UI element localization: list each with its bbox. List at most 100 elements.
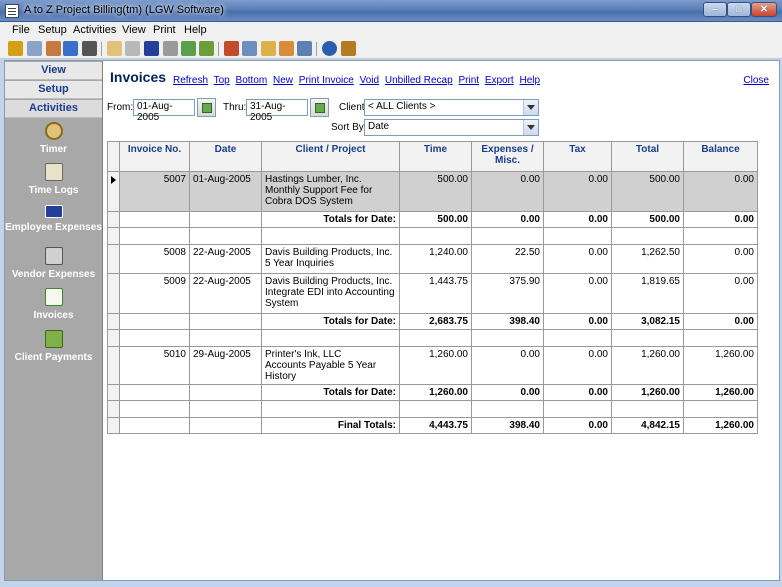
report-icon[interactable] [261,41,276,56]
new-link[interactable]: New [273,75,293,86]
col-balance[interactable]: Balance [683,141,758,172]
document-icon[interactable] [181,41,196,56]
sidebar-item-client-payments[interactable]: Client Payments [5,330,102,363]
sidebar-item-timer[interactable]: Timer [5,122,102,155]
minimize-button[interactable]: – [703,2,727,17]
date-cell: 01-Aug-2005 [189,171,262,212]
menu-print[interactable]: Print [153,24,176,36]
table-row[interactable]: 5007 01-Aug-2005 Hastings Lumber, Inc. Mo… [107,171,758,212]
thru-calendar-button[interactable] [310,98,329,117]
card-icon[interactable] [144,41,159,56]
exit-icon[interactable] [341,41,356,56]
chevron-down-icon[interactable] [523,120,538,135]
maximize-button[interactable]: □ [727,2,751,17]
from-date-field[interactable]: 01-Aug-2005 [133,99,195,123]
row-selector[interactable] [107,417,120,434]
from-label: From: [107,102,134,113]
menu-help[interactable]: Help [184,24,207,36]
people-icon[interactable] [63,41,78,56]
subtotal-label: Totals for Date: [261,384,400,401]
col-total[interactable]: Total [611,141,684,172]
print-invoice-link[interactable]: Print Invoice [299,75,354,86]
print-link[interactable]: Print [458,75,479,86]
report2-icon[interactable] [279,41,294,56]
client-select-value: < ALL Clients > [368,101,436,112]
row-selector[interactable] [107,211,120,228]
client-select[interactable]: < ALL Clients > [364,99,539,116]
menu-bar: File Setup Activities View Print Help [0,22,782,39]
calculator-icon[interactable] [163,41,178,56]
subtotal-label: Totals for Date: [261,313,400,330]
expenses-cell: 0.00 [471,346,544,385]
toolbar-separator [101,42,102,56]
subtotal-row: Totals for Date: 500.00 0.00 0.00 500.00… [107,211,758,228]
chevron-down-icon[interactable] [523,100,538,115]
date-cell: 22-Aug-2005 [189,244,262,274]
row-selector[interactable] [107,244,120,274]
timer-icon[interactable] [107,41,122,56]
export-link[interactable]: Export [485,75,514,86]
total-cell: 1,260.00 [611,346,684,385]
sidebar-item-invoices[interactable]: Invoices [5,288,102,321]
ledger-icon[interactable] [199,41,214,56]
menu-file[interactable]: File [12,24,30,36]
grid-icon[interactable] [242,41,257,56]
sidebar-item-time-logs[interactable]: Time Logs [5,163,102,196]
row-selector[interactable] [107,384,120,401]
close-window-button[interactable]: ✕ [751,2,777,17]
page-title: Invoices [110,69,167,85]
sort-by-select[interactable]: Date [364,119,539,136]
menu-view[interactable]: View [122,24,146,36]
sidebar-item-label: Time Logs [28,185,79,196]
spacer-row [107,329,758,347]
client-name: Davis Building Products, Inc. [265,276,393,287]
void-link[interactable]: Void [360,75,379,86]
row-selector[interactable] [107,313,120,330]
clock-icon[interactable] [125,41,140,56]
col-time[interactable]: Time [399,141,472,172]
invoices-table: Invoice No. Date Client / Project Time E… [107,141,758,434]
move-icon[interactable] [82,41,97,56]
bottom-link[interactable]: Bottom [236,75,268,86]
refresh-link[interactable]: Refresh [173,75,208,86]
thru-date-field[interactable]: 31-Aug-2005 [246,99,308,123]
spacer-row [107,400,758,418]
menu-activities[interactable]: Activities [73,24,116,36]
col-date[interactable]: Date [189,141,262,172]
sidebar-item-label: Vendor Expenses [11,269,96,280]
user-icon[interactable] [46,41,61,56]
table-row[interactable]: 5010 29-Aug-2005 Printer's Ink, LLC Accou… [107,346,758,385]
row-selector[interactable] [107,346,120,385]
col-invoice-no[interactable]: Invoice No. [119,141,190,172]
help-icon[interactable] [322,41,337,56]
sidebar-item-vendor-expenses[interactable]: Vendor Expenses [5,247,102,280]
users-icon[interactable] [8,41,23,56]
client-project-cell: Printer's Ink, LLC Accounts Payable 5 Yea… [261,346,400,385]
table-row[interactable]: 5008 22-Aug-2005 Davis Building Products… [107,244,758,274]
toolbar [0,39,782,59]
top-link[interactable]: Top [214,75,230,86]
sidebar-setup-button[interactable]: Setup [5,81,102,99]
table-row[interactable]: 5009 22-Aug-2005 Davis Building Products… [107,273,758,314]
total-cell: 500.00 [611,211,684,228]
invoice-no-cell: 5010 [119,346,190,385]
col-client-project[interactable]: Client / Project [261,141,400,172]
help-link[interactable]: Help [520,75,541,86]
title-bar: A to Z Project Billing(tm) (LGW Software… [0,0,782,22]
time-cell: 1,260.00 [399,346,472,385]
sidebar-view-button[interactable]: View [5,62,102,80]
monitor-icon[interactable] [297,41,312,56]
tax-cell: 0.00 [543,244,612,274]
col-expenses[interactable]: Expenses / Misc. [471,141,544,172]
col-tax[interactable]: Tax [543,141,612,172]
menu-setup[interactable]: Setup [38,24,67,36]
close-link[interactable]: Close [743,75,769,86]
home-icon[interactable] [224,41,239,56]
window-icon[interactable] [27,41,42,56]
sidebar-activities-button[interactable]: Activities [5,100,102,118]
row-selector[interactable] [107,171,120,212]
sidebar-item-employee-expenses[interactable]: Employee Expenses [5,205,102,233]
from-calendar-button[interactable] [197,98,216,117]
unbilled-recap-link[interactable]: Unbilled Recap [385,75,453,86]
row-selector[interactable] [107,273,120,314]
